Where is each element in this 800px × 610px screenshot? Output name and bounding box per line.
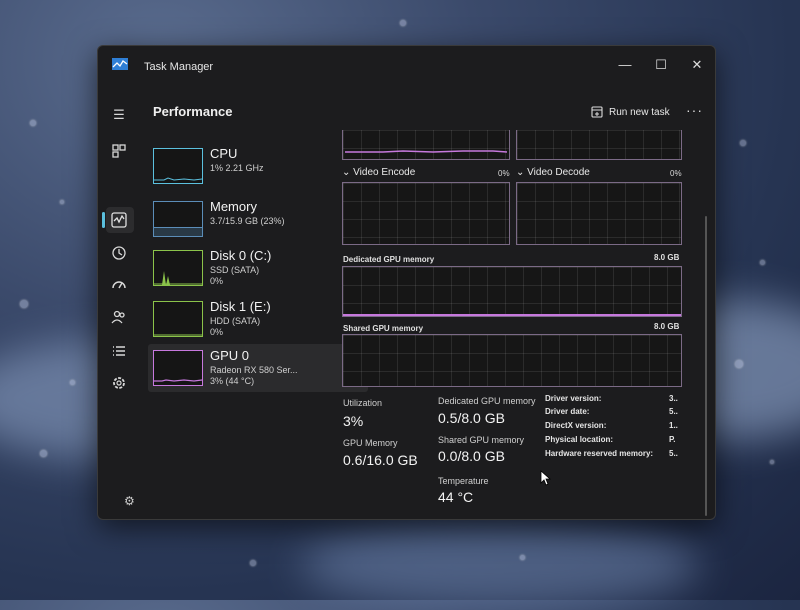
directx-version-label: DirectX version: (545, 421, 607, 430)
gpu-3d-graph (342, 130, 510, 160)
dedicated-memory-graph (342, 266, 682, 317)
device-usage: 0% (210, 276, 224, 286)
mouse-cursor-icon (540, 470, 552, 486)
utilization-label: Utilization (343, 398, 383, 408)
temperature-value: 44 °C (438, 489, 474, 505)
gpu-thumbnail-graph (153, 350, 203, 386)
gpu-copy-graph (516, 130, 682, 160)
gpu-memory-value: 0.6/16.0 GB (343, 452, 418, 468)
device-item-disk1[interactable]: Disk 1 (E:) HDD (SATA) 0% (148, 295, 368, 343)
device-name: Memory (210, 199, 257, 214)
device-usage: 0% (210, 327, 224, 337)
device-name: CPU (210, 146, 238, 161)
device-item-gpu0[interactable]: GPU 0 Radeon RX 580 Ser... 3% (44 °C) (148, 344, 368, 392)
device-usage: 3% (44 °C) (210, 376, 255, 386)
shared-memory-graph (342, 334, 682, 387)
task-manager-window: Task Manager — ☐ ✕ ☰ ⚙ Performance Run n… (97, 45, 716, 520)
video-decode-label: ⌄ Video Decode (516, 167, 590, 178)
hamburger-menu-icon[interactable]: ☰ (110, 106, 128, 124)
driver-version-value: 3.. (669, 394, 678, 403)
startup-apps-icon[interactable] (110, 276, 128, 294)
dedicated-memory-label: Dedicated GPU memory (343, 255, 435, 264)
driver-version-label: Driver version: (545, 394, 602, 403)
device-stat: HDD (SATA) (210, 316, 261, 326)
video-decode-graph (516, 182, 682, 245)
device-item-memory[interactable]: Memory 3.7/15.9 GB (23%) (148, 195, 368, 243)
task-manager-app-icon (112, 58, 128, 70)
run-new-task-button[interactable]: Run new task (591, 102, 670, 122)
minimize-button[interactable]: — (610, 54, 640, 76)
dedicated-memory-max: 8.0 GB (654, 253, 680, 262)
disk0-thumbnail-graph (153, 250, 203, 286)
driver-date-value: 5.. (669, 407, 678, 416)
video-encode-text: Video Encode (353, 167, 416, 178)
device-name: Disk 0 (C:) (210, 248, 272, 263)
video-encode-percent: 0% (498, 169, 510, 178)
vertical-scrollbar[interactable] (705, 216, 707, 516)
device-item-disk0[interactable]: Disk 0 (C:) SSD (SATA) 0% (148, 244, 368, 292)
hardware-reserved-memory-label: Hardware reserved memory: (545, 449, 654, 458)
details-icon[interactable] (110, 342, 128, 360)
shared-memory-max: 8.0 GB (654, 322, 680, 331)
device-stat: SSD (SATA) (210, 265, 260, 275)
settings-gear-icon[interactable]: ⚙ (124, 494, 135, 508)
services-icon[interactable] (110, 374, 128, 392)
device-name: GPU 0 (210, 348, 250, 363)
close-button[interactable]: ✕ (682, 54, 712, 76)
cpu-thumbnail-graph (153, 148, 203, 184)
dedicated-gpu-memory-label: Dedicated GPU memory (438, 396, 536, 406)
memory-thumbnail-graph (153, 201, 203, 237)
utilization-value: 3% (343, 413, 364, 429)
run-new-task-label: Run new task (609, 106, 670, 118)
shared-memory-label: Shared GPU memory (343, 324, 424, 333)
disk1-thumbnail-graph (153, 301, 203, 337)
nav-active-indicator (102, 212, 105, 228)
gpu-memory-label: GPU Memory (343, 438, 398, 448)
dedicated-gpu-memory-value: 0.5/8.0 GB (438, 410, 505, 426)
directx-version-value: 1.. (669, 421, 678, 430)
run-task-icon (591, 106, 603, 118)
video-encode-graph (342, 182, 510, 245)
physical-location-label: Physical location: (545, 435, 614, 444)
app-history-icon[interactable] (110, 244, 128, 262)
shared-gpu-memory-label: Shared GPU memory (438, 435, 525, 445)
video-decode-text: Video Decode (527, 167, 590, 178)
device-name: Disk 1 (E:) (210, 299, 271, 314)
driver-date-label: Driver date: (545, 407, 590, 416)
more-options-button[interactable]: ··· (686, 102, 703, 118)
performance-icon[interactable] (110, 211, 128, 229)
window-title: Task Manager (144, 61, 214, 73)
physical-location-value: P. (669, 435, 676, 444)
nav-rail: ☰ (98, 86, 140, 519)
video-decode-percent: 0% (670, 169, 682, 178)
temperature-label: Temperature (438, 476, 489, 486)
device-stat: 1% 2.21 GHz (210, 163, 264, 173)
users-icon[interactable] (110, 308, 128, 326)
page-title: Performance (153, 104, 233, 119)
title-bar: Task Manager — ☐ ✕ (98, 46, 715, 84)
shared-gpu-memory-value: 0.0/8.0 GB (438, 448, 505, 464)
processes-icon[interactable] (110, 142, 128, 160)
device-stat: 3.7/15.9 GB (23%) (210, 216, 285, 226)
device-item-cpu[interactable]: CPU 1% 2.21 GHz (148, 142, 368, 190)
maximize-button[interactable]: ☐ (646, 54, 676, 76)
hardware-reserved-memory-value: 5.. (669, 449, 678, 458)
video-encode-label: ⌄ Video Encode (342, 167, 416, 178)
device-stat: Radeon RX 580 Ser... (210, 365, 298, 375)
